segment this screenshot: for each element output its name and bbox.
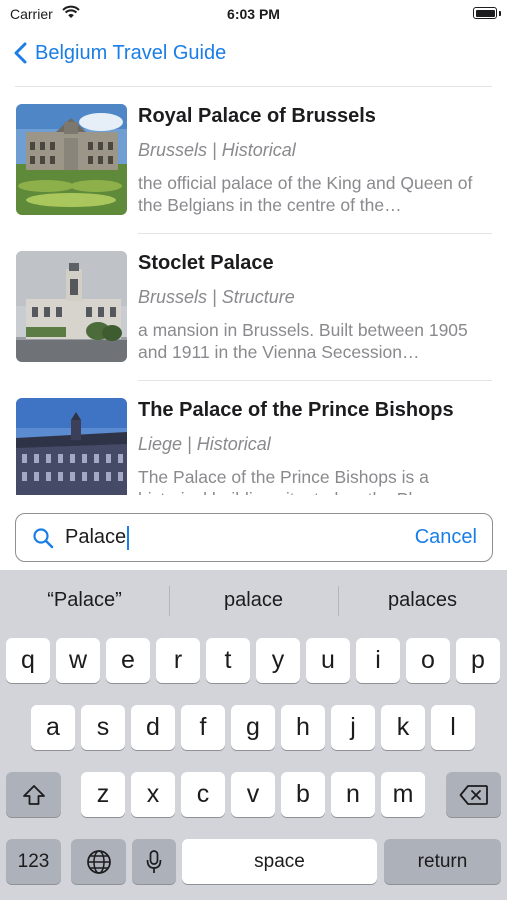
key-p[interactable]: p xyxy=(456,638,500,683)
clock: 6:03 PM xyxy=(227,6,280,22)
navigation-bar: Belgium Travel Guide xyxy=(0,36,507,70)
search-field[interactable]: Palace Cancel xyxy=(15,513,493,562)
results-list[interactable]: Royal Palace of Brussels Brussels | Hist… xyxy=(0,87,507,495)
return-key[interactable]: return xyxy=(384,839,501,884)
suggestion-quoted[interactable]: “Palace” xyxy=(0,570,169,630)
key-g[interactable]: g xyxy=(231,705,275,750)
key-y[interactable]: y xyxy=(256,638,300,683)
globe-key[interactable] xyxy=(71,839,126,884)
result-title: Royal Palace of Brussels xyxy=(138,105,376,127)
result-description: The Palace of the Prince Bishops is a hi… xyxy=(138,467,458,495)
search-input[interactable]: Palace xyxy=(65,514,130,561)
search-query: Palace xyxy=(65,526,127,548)
numbers-key[interactable]: 123 xyxy=(6,839,61,884)
battery-icon xyxy=(473,7,497,19)
result-description: a mansion in Brussels. Built between 190… xyxy=(138,320,468,362)
key-w[interactable]: w xyxy=(56,638,100,683)
key-e[interactable]: e xyxy=(106,638,150,683)
suggestion-plural[interactable]: palaces xyxy=(338,570,507,630)
list-item[interactable]: Stoclet Palace Brussels | Structure a ma… xyxy=(0,234,507,381)
search-icon xyxy=(33,528,54,549)
delete-icon xyxy=(459,785,488,806)
search-bar: Palace Cancel xyxy=(0,496,507,570)
result-description: the official palace of the King and Quee… xyxy=(138,173,473,215)
microphone-icon xyxy=(146,850,162,874)
cancel-button[interactable]: Cancel xyxy=(415,514,477,561)
chevron-left-icon xyxy=(14,42,27,64)
key-t[interactable]: t xyxy=(206,638,250,683)
key-o[interactable]: o xyxy=(406,638,450,683)
keyboard: “Palace” palace palaces q w e r t y u i … xyxy=(0,570,507,900)
key-z[interactable]: z xyxy=(81,772,125,817)
list-item[interactable]: Royal Palace of Brussels Brussels | Hist… xyxy=(0,87,507,234)
text-caret xyxy=(127,525,130,550)
key-a[interactable]: a xyxy=(31,705,75,750)
key-l[interactable]: l xyxy=(431,705,475,750)
shift-key[interactable] xyxy=(6,772,61,817)
key-u[interactable]: u xyxy=(306,638,350,683)
key-n[interactable]: n xyxy=(331,772,375,817)
result-title: Stoclet Palace xyxy=(138,252,274,274)
key-k[interactable]: k xyxy=(381,705,425,750)
key-d[interactable]: d xyxy=(131,705,175,750)
key-j[interactable]: j xyxy=(331,705,375,750)
dictation-key[interactable] xyxy=(132,839,176,884)
prince-bishops-palace-thumbnail xyxy=(16,398,127,495)
result-title: The Palace of the Prince Bishops xyxy=(138,399,454,421)
delete-key[interactable] xyxy=(446,772,501,817)
back-button-label: Belgium Travel Guide xyxy=(35,41,227,64)
key-h[interactable]: h xyxy=(281,705,325,750)
key-i[interactable]: i xyxy=(356,638,400,683)
status-bar: Carrier 6:03 PM xyxy=(0,0,507,30)
result-meta: Brussels | Structure xyxy=(138,287,295,307)
space-key[interactable]: space xyxy=(182,839,377,884)
key-v[interactable]: v xyxy=(231,772,275,817)
back-button[interactable]: Belgium Travel Guide xyxy=(14,36,226,70)
battery-tip xyxy=(499,11,501,16)
result-meta: Liege | Historical xyxy=(138,434,271,454)
globe-icon xyxy=(86,850,111,875)
key-x[interactable]: x xyxy=(131,772,175,817)
key-r[interactable]: r xyxy=(156,638,200,683)
list-item[interactable]: The Palace of the Prince Bishops Liege |… xyxy=(0,381,507,495)
key-f[interactable]: f xyxy=(181,705,225,750)
stoclet-palace-thumbnail xyxy=(16,251,127,362)
key-b[interactable]: b xyxy=(281,772,325,817)
key-s[interactable]: s xyxy=(81,705,125,750)
royal-palace-thumbnail xyxy=(16,104,127,215)
key-m[interactable]: m xyxy=(381,772,425,817)
suggestion-lowercase[interactable]: palace xyxy=(169,570,338,630)
shift-icon xyxy=(22,785,45,806)
suggestion-bar: “Palace” palace palaces xyxy=(0,570,507,630)
key-c[interactable]: c xyxy=(181,772,225,817)
result-meta: Brussels | Historical xyxy=(138,140,296,160)
key-q[interactable]: q xyxy=(6,638,50,683)
